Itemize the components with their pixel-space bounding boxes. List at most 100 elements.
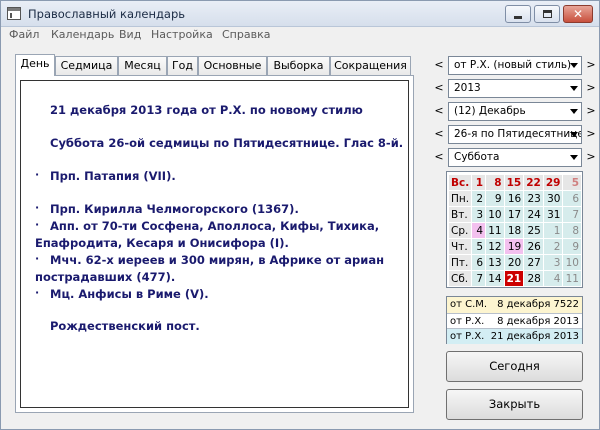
- tab-main[interactable]: Основные: [198, 56, 267, 75]
- tab-month[interactable]: Месяц: [118, 56, 167, 75]
- week-select[interactable]: 26-я по Пятидесятнице: [448, 125, 582, 144]
- calendar-cell[interactable]: 29: [542, 174, 564, 191]
- maximize-icon: [542, 10, 552, 18]
- calendar-cell[interactable]: 5: [562, 174, 582, 191]
- calendar-cell[interactable]: 30: [542, 190, 564, 207]
- calendar-cell[interactable]: 16: [503, 190, 525, 207]
- year-select[interactable]: 2013: [448, 79, 582, 98]
- calendar-cell[interactable]: 7: [471, 270, 487, 287]
- calendar-day-name: Вс.: [447, 174, 473, 191]
- menu-help[interactable]: Справка: [222, 28, 270, 41]
- calendar-cell[interactable]: 8: [485, 174, 505, 191]
- prev-day-arrow[interactable]: <: [434, 150, 444, 163]
- fast-note: Рождественский пост.: [50, 319, 200, 333]
- next-day-arrow[interactable]: >: [586, 150, 596, 163]
- calendar-cell[interactable]: 18: [503, 222, 525, 239]
- day-content[interactable]: 21 декабря 2013 года от Р.Х. по новому с…: [20, 80, 409, 408]
- date-row-old-style: от Р.Х. 8 декабря 2013: [447, 313, 582, 329]
- calendar-cell[interactable]: 7: [562, 206, 582, 223]
- today-button[interactable]: Сегодня: [446, 351, 583, 382]
- saint-entry: Апп. от 70-ти Сосфена, Аполлоса, Кифы, Т…: [50, 219, 380, 233]
- style-select[interactable]: от Р.Х. (новый стиль): [448, 56, 582, 75]
- next-year-arrow[interactable]: >: [586, 81, 596, 94]
- weekday-select[interactable]: Суббота: [448, 148, 582, 167]
- minimize-button[interactable]: [505, 5, 531, 23]
- calendar-cell[interactable]: 25: [523, 222, 544, 239]
- month-select[interactable]: (12) Декабрь: [448, 102, 582, 121]
- calendar-cell[interactable]: 28: [523, 270, 544, 287]
- prev-week-arrow[interactable]: <: [434, 127, 444, 140]
- menu-calendar[interactable]: Календарь: [51, 28, 114, 41]
- saint-entry: Прп. Патапия (VII).: [50, 169, 176, 183]
- calendar-cell[interactable]: 24: [523, 206, 544, 223]
- calendar-cell[interactable]: 20: [503, 254, 525, 271]
- month-calendar: Вс. 1 8 15 22 29 5 Пн. 2 9 16 23 30 6 Вт…: [446, 171, 583, 288]
- tab-year[interactable]: Год: [167, 56, 198, 75]
- calendar-cell[interactable]: 10: [562, 254, 582, 271]
- calendar-cell[interactable]: 13: [485, 254, 505, 271]
- calendar-cell[interactable]: 11: [485, 222, 505, 239]
- next-style-arrow[interactable]: >: [586, 58, 596, 71]
- menu-settings[interactable]: Настройка: [151, 28, 213, 41]
- calendar-cell-selected[interactable]: 21: [503, 270, 525, 287]
- tab-week[interactable]: Седмица: [55, 56, 118, 75]
- calendar-cell[interactable]: 3: [542, 254, 564, 271]
- calendar-cell[interactable]: 8: [562, 222, 582, 239]
- calendar-cell[interactable]: 12: [485, 238, 505, 255]
- calendar-cell[interactable]: 17: [503, 206, 525, 223]
- menu-file[interactable]: Файл: [9, 28, 39, 41]
- date-value: 21 декабря 2013: [490, 331, 579, 342]
- calendar-cell[interactable]: 2: [542, 238, 564, 255]
- prev-style-arrow[interactable]: <: [434, 58, 444, 71]
- minimize-icon: [514, 15, 522, 19]
- calendar-cell[interactable]: 9: [485, 190, 505, 207]
- tab-abbreviations[interactable]: Сокращения: [330, 56, 411, 75]
- calendar-cell[interactable]: 31: [542, 206, 564, 223]
- date-conversion-box: от С.М. 8 декабря 7522 от Р.Х. 8 декабря…: [446, 296, 583, 344]
- date-label: от С.М.: [450, 299, 488, 310]
- calendar-cell[interactable]: 15: [503, 174, 525, 191]
- calendar-day-name: Вт.: [447, 206, 473, 223]
- window-title: Православный календарь: [28, 7, 186, 21]
- close-window-button[interactable]: ✕: [563, 5, 593, 23]
- calendar-cell[interactable]: 14: [485, 270, 505, 287]
- calendar-cell[interactable]: 19: [503, 238, 525, 255]
- maximize-button[interactable]: [534, 5, 560, 23]
- calendar-cell[interactable]: 3: [471, 206, 487, 223]
- menu-bar: Файл Календарь Вид Настройка Справка: [1, 27, 599, 44]
- calendar-day-name: Чт.: [447, 238, 473, 255]
- app-window: Православный календарь ✕ Файл Календарь …: [0, 0, 600, 430]
- calendar-cell[interactable]: 1: [542, 222, 564, 239]
- close-icon: ✕: [572, 7, 584, 21]
- calendar-cell[interactable]: 10: [485, 206, 505, 223]
- saint-entry: Мц. Анфисы в Риме (V).: [50, 287, 209, 301]
- calendar-cell[interactable]: 23: [523, 190, 544, 207]
- prev-month-arrow[interactable]: <: [434, 104, 444, 117]
- style-select-value: от Р.Х. (новый стиль): [454, 59, 572, 71]
- calendar-cell[interactable]: 9: [562, 238, 582, 255]
- saint-entry-continued: пострадавших (477).: [35, 270, 176, 284]
- calendar-cell[interactable]: 27: [523, 254, 544, 271]
- calendar-cell[interactable]: 4: [471, 222, 487, 239]
- tab-selection[interactable]: Выборка: [267, 56, 330, 75]
- next-week-arrow[interactable]: >: [586, 127, 596, 140]
- calendar-cell[interactable]: 1: [471, 174, 487, 191]
- weekday-select-value: Суббота: [454, 151, 500, 163]
- calendar-cell[interactable]: 22: [523, 174, 544, 191]
- year-select-value: 2013: [454, 82, 481, 94]
- menu-view[interactable]: Вид: [119, 28, 141, 41]
- calendar-cell[interactable]: 2: [471, 190, 487, 207]
- title-bar[interactable]: Православный календарь ✕: [1, 1, 599, 27]
- next-month-arrow[interactable]: >: [586, 104, 596, 117]
- prev-year-arrow[interactable]: <: [434, 81, 444, 94]
- calendar-cell[interactable]: 26: [523, 238, 544, 255]
- tab-day[interactable]: День: [15, 54, 55, 76]
- week-select-value: 26-я по Пятидесятнице: [454, 128, 582, 140]
- calendar-cell[interactable]: 4: [542, 270, 564, 287]
- saint-entry: Мчч. 62-х иереев и 300 мирян, в Африке о…: [50, 253, 385, 267]
- calendar-cell[interactable]: 6: [562, 190, 582, 207]
- calendar-cell[interactable]: 5: [471, 238, 487, 255]
- close-button[interactable]: Закрыть: [446, 389, 583, 420]
- calendar-cell[interactable]: 11: [562, 270, 582, 287]
- calendar-cell[interactable]: 6: [471, 254, 487, 271]
